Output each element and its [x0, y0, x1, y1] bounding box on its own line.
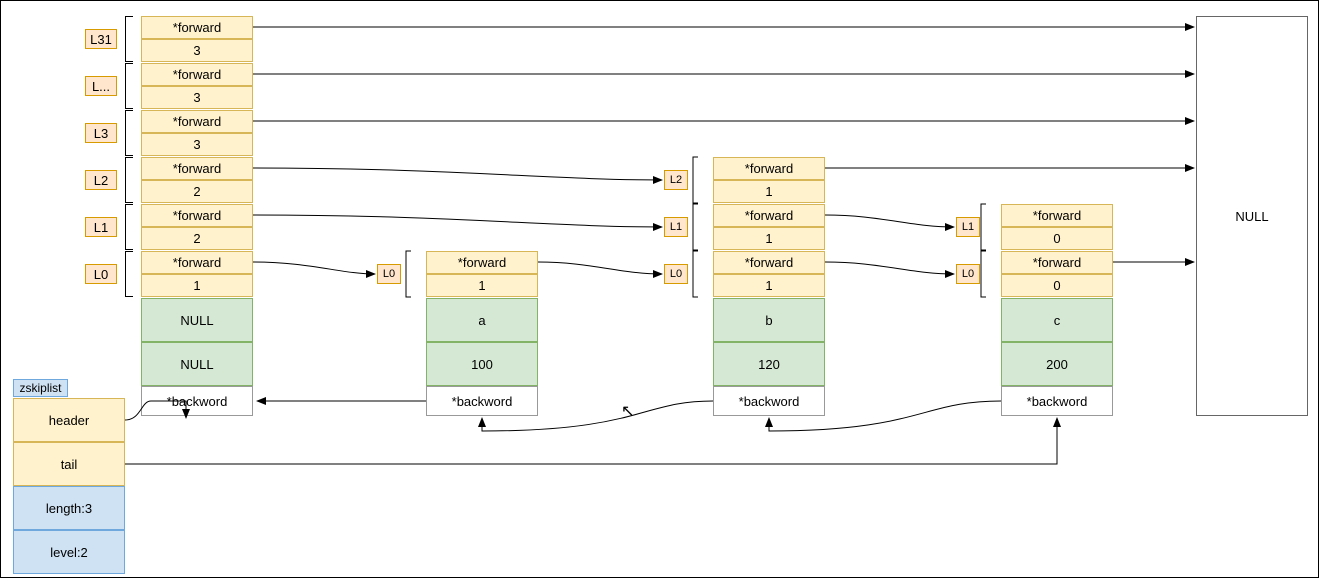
header-l2-span: 2 — [141, 180, 253, 203]
node-b-l1-span: 1 — [713, 227, 825, 250]
header-l2-forward: *forward — [141, 157, 253, 180]
node-a-score: 100 — [426, 342, 538, 386]
zskiplist-length: length:3 — [13, 486, 125, 530]
node-c-backword: *backword — [1001, 386, 1113, 416]
node-b-tag-l0: L0 — [664, 264, 688, 284]
level-tag-1: L1 — [85, 217, 117, 237]
node-c-l0-span: 0 — [1001, 274, 1113, 297]
zskiplist-header: header — [13, 398, 125, 442]
node-b-l0-forward: *forward — [713, 251, 825, 274]
null-box: NULL — [1196, 16, 1308, 416]
node-b-backword: *backword — [713, 386, 825, 416]
header-l3-span: 3 — [141, 133, 253, 156]
node-a-ele: a — [426, 298, 538, 342]
header-score: NULL — [141, 342, 253, 386]
bracket — [125, 157, 133, 203]
node-b-l0-span: 1 — [713, 274, 825, 297]
zskiplist-level: level:2 — [13, 530, 125, 574]
header-ldots-forward: *forward — [141, 63, 253, 86]
node-c-score: 200 — [1001, 342, 1113, 386]
header-l3-forward: *forward — [141, 110, 253, 133]
node-b-l2-span: 1 — [713, 180, 825, 203]
zskiplist-label: zskiplist — [13, 379, 68, 397]
node-a-l0-forward: *forward — [426, 251, 538, 274]
node-c-ele: c — [1001, 298, 1113, 342]
node-b-l2-forward: *forward — [713, 157, 825, 180]
node-c-l0-forward: *forward — [1001, 251, 1113, 274]
level-tag-2: L2 — [85, 170, 117, 190]
node-b-ele: b — [713, 298, 825, 342]
node-c-l1-span: 0 — [1001, 227, 1113, 250]
node-c-tag-l0: L0 — [956, 264, 980, 284]
header-l31-forward: *forward — [141, 16, 253, 39]
cursor-icon: ↖ — [621, 401, 634, 421]
level-tag-0: L0 — [85, 264, 117, 284]
bracket — [125, 63, 133, 109]
header-l0-forward: *forward — [141, 251, 253, 274]
bracket — [125, 251, 133, 297]
node-b-l1-forward: *forward — [713, 204, 825, 227]
header-ele: NULL — [141, 298, 253, 342]
node-c-tag-l1: L1 — [956, 217, 980, 237]
bracket — [125, 204, 133, 250]
node-a-l0-span: 1 — [426, 274, 538, 297]
header-l31-span: 3 — [141, 39, 253, 62]
zskiplist-tail: tail — [13, 442, 125, 486]
header-ldots-span: 3 — [141, 86, 253, 109]
level-tag-31: L31 — [85, 29, 117, 49]
header-l1-span: 2 — [141, 227, 253, 250]
header-backword: *backword — [141, 386, 253, 416]
level-tag-dots: L... — [85, 76, 117, 96]
node-a-tag-l0: L0 — [377, 264, 401, 284]
bracket — [125, 110, 133, 156]
node-a-backword: *backword — [426, 386, 538, 416]
node-b-tag-l2: L2 — [664, 170, 688, 190]
level-tag-3: L3 — [85, 123, 117, 143]
node-b-tag-l1: L1 — [664, 217, 688, 237]
header-l0-span: 1 — [141, 274, 253, 297]
header-l1-forward: *forward — [141, 204, 253, 227]
bracket — [125, 16, 133, 62]
node-b-score: 120 — [713, 342, 825, 386]
node-c-l1-forward: *forward — [1001, 204, 1113, 227]
